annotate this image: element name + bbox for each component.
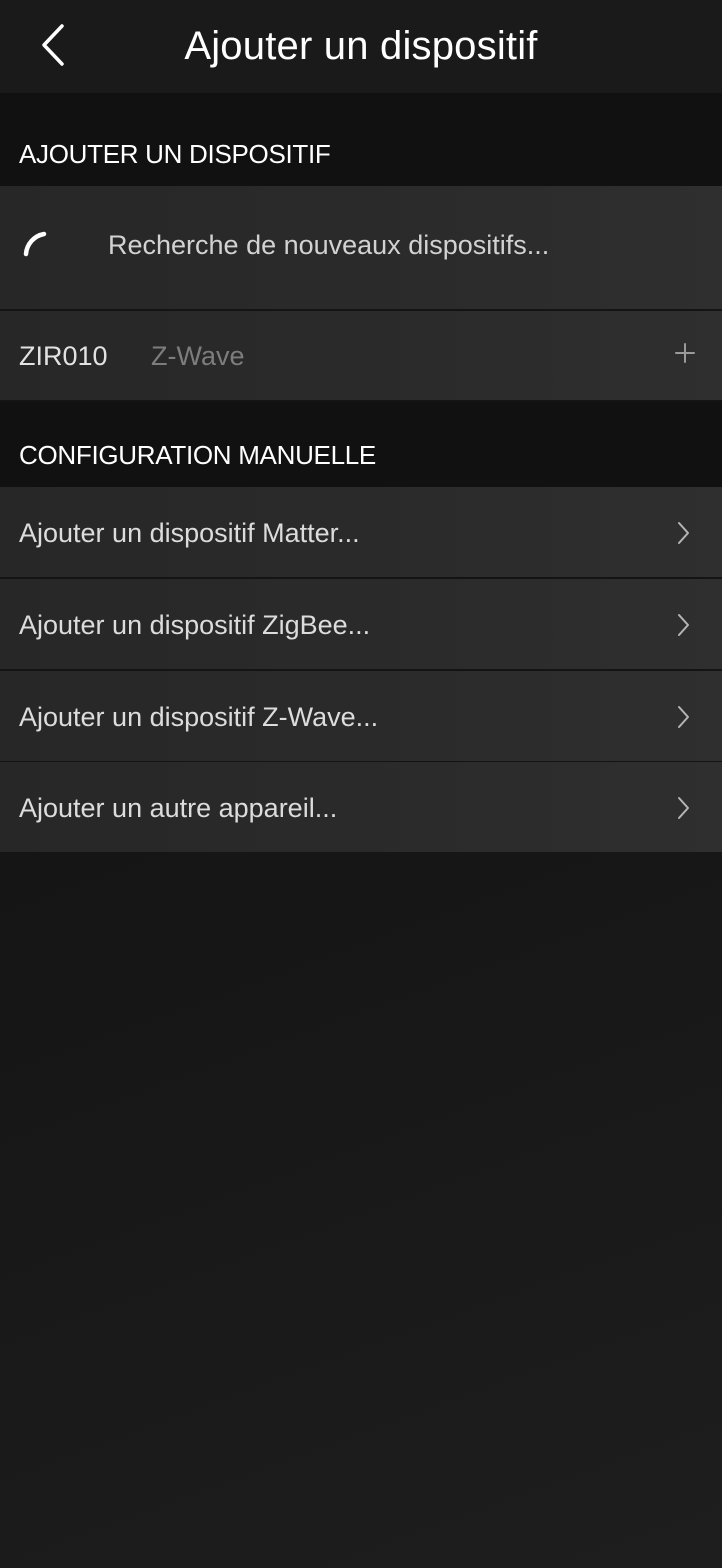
- discovered-device-row[interactable]: [0, 311, 722, 402]
- scan-status-text: Recherche de nouveaux dispositifs...: [108, 230, 550, 260]
- loading-spinner-icon: [23, 231, 47, 257]
- chevron-right-icon: [678, 522, 689, 544]
- menu-item-label: Ajouter un dispositif Matter...: [19, 518, 360, 548]
- app-screen: Ajouter un dispositif AJOUTER UN DISPOSI…: [0, 0, 722, 1568]
- section-header-manual-config: CONFIGURATION MANUELLE: [0, 402, 722, 487]
- plus-icon: [675, 343, 695, 363]
- device-name: ZIR010: [19, 341, 108, 371]
- menu-item-add-zwave[interactable]: Ajouter un dispositif Z-Wave...: [0, 671, 722, 763]
- menu-item-label: Ajouter un autre appareil...: [19, 793, 338, 823]
- menu-item-label: Ajouter un dispositif ZigBee...: [19, 610, 371, 640]
- section-header-add-device: AJOUTER UN DISPOSITIF: [0, 93, 722, 186]
- chevron-right-icon: [678, 797, 689, 819]
- top-bar: Ajouter un dispositif: [0, 0, 722, 93]
- device-protocol: Z-Wave: [151, 341, 245, 371]
- chevron-right-icon: [678, 706, 689, 728]
- menu-item-label: Ajouter un dispositif Z-Wave...: [19, 702, 379, 732]
- menu-item-add-zigbee[interactable]: Ajouter un dispositif ZigBee...: [0, 579, 722, 671]
- section-title-manual-config: CONFIGURATION MANUELLE: [19, 440, 376, 470]
- section-title-add-device: AJOUTER UN DISPOSITIF: [19, 139, 331, 169]
- menu-item-add-other[interactable]: Ajouter un autre appareil...: [0, 762, 722, 852]
- menu-item-add-matter[interactable]: Ajouter un dispositif Matter...: [0, 487, 722, 579]
- chevron-right-icon: [678, 614, 689, 636]
- page-title: Ajouter un dispositif: [184, 24, 538, 68]
- add-device-button[interactable]: [668, 336, 702, 370]
